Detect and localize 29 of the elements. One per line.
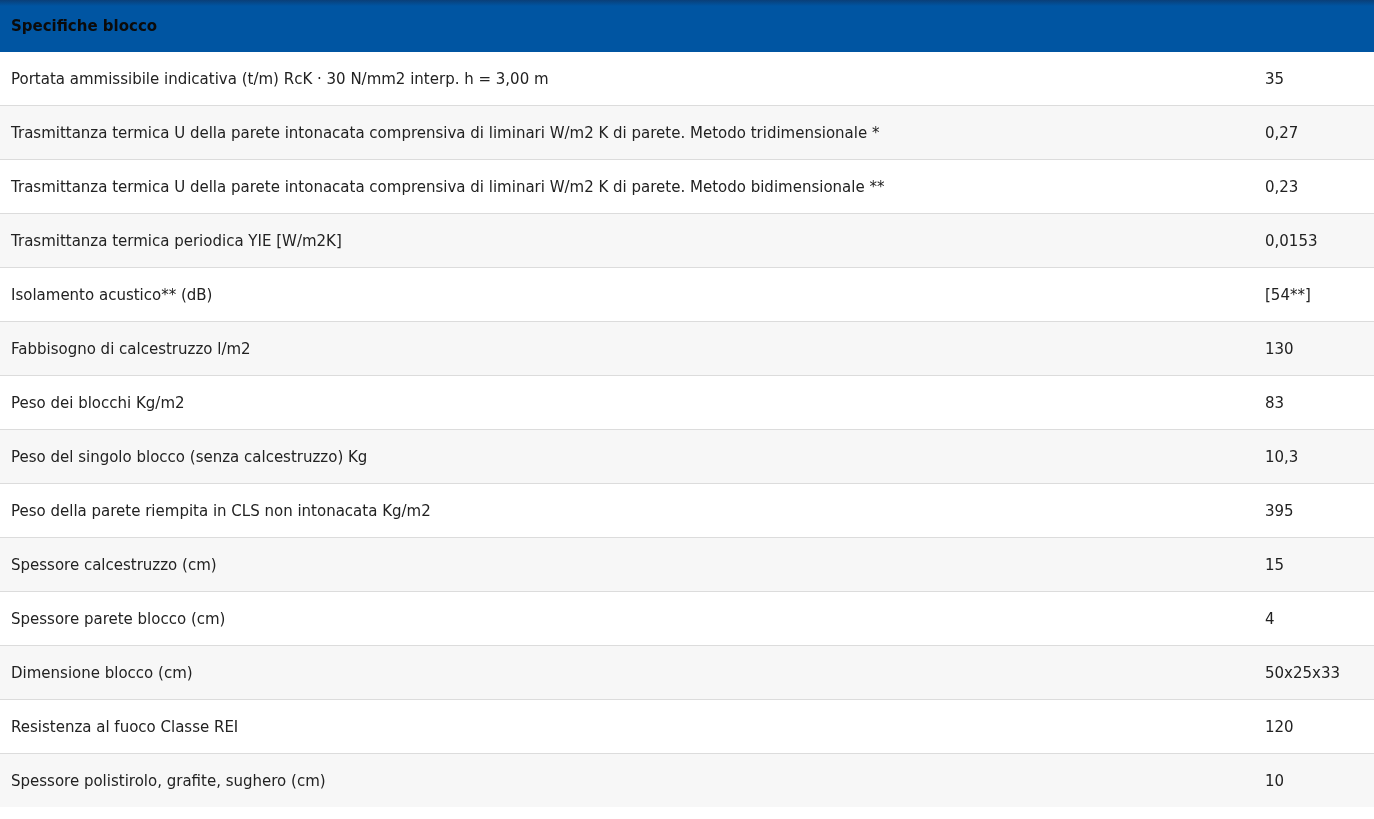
table-cell-text: Trasmittanza termica U della parete intonacata comprensiva di liminari W/m2 K di parete. Metodo tridimensionale * bbox=[10, 123, 881, 142]
table-cell-text: 395 bbox=[1264, 501, 1294, 520]
table-cell-text: Dimensione blocco (cm) bbox=[10, 663, 194, 682]
table-cell-text: Isolamento acustico** (dB) bbox=[10, 285, 214, 304]
table-cell-text: Peso del singolo blocco (senza calcestruzzo) Kg bbox=[10, 447, 369, 466]
table-cell-text: Portata ammissibile indicativa (t/m) RcK · 30 N/mm2 interp. h = 3,00 m bbox=[10, 69, 550, 88]
table-cell-text: Spessore polistirolo, grafite, sughero (cm) bbox=[10, 771, 327, 790]
table-cell-text: 0,0153 bbox=[1264, 231, 1318, 250]
table-cell-text: 15 bbox=[1264, 555, 1285, 574]
table-cell-text: Trasmittanza termica U della parete intonacata comprensiva di liminari W/m2 K di parete. Metodo bidimensionale ** bbox=[10, 177, 886, 196]
table-cell-text: Spessore parete blocco (cm) bbox=[10, 609, 227, 628]
table-cell-text: Spessore calcestruzzo (cm) bbox=[10, 555, 218, 574]
table-cell-text: Fabbisogno di calcestruzzo l/m2 bbox=[10, 339, 252, 358]
table-cell-text: 120 bbox=[1264, 717, 1294, 736]
table-cell-text: [54**] bbox=[1264, 285, 1311, 304]
table-cell-text: 83 bbox=[1264, 393, 1285, 412]
table-cell-text: 0,23 bbox=[1264, 177, 1299, 196]
table-cell-text: 4 bbox=[1264, 609, 1275, 628]
table-cell-text: Trasmittanza termica periodica YIE [W/m2K] bbox=[10, 231, 343, 250]
table-cell-text: 35 bbox=[1264, 69, 1285, 88]
table-cell-text: Peso dei blocchi Kg/m2 bbox=[10, 393, 186, 412]
table-cell-text: 10,3 bbox=[1264, 447, 1299, 466]
table-cell-text: 0,27 bbox=[1264, 123, 1299, 142]
table-cell-text: 10 bbox=[1264, 771, 1285, 790]
table-cell-text: 130 bbox=[1264, 339, 1294, 358]
table-title: Specifiche blocco bbox=[11, 17, 158, 35]
table-cell-text: Resistenza al fuoco Classe REI bbox=[10, 717, 240, 736]
table-cell-text: 50x25x33 bbox=[1264, 663, 1340, 682]
table-cell-text: Peso della parete riempita in CLS non intonacata Kg/m2 bbox=[10, 501, 432, 520]
